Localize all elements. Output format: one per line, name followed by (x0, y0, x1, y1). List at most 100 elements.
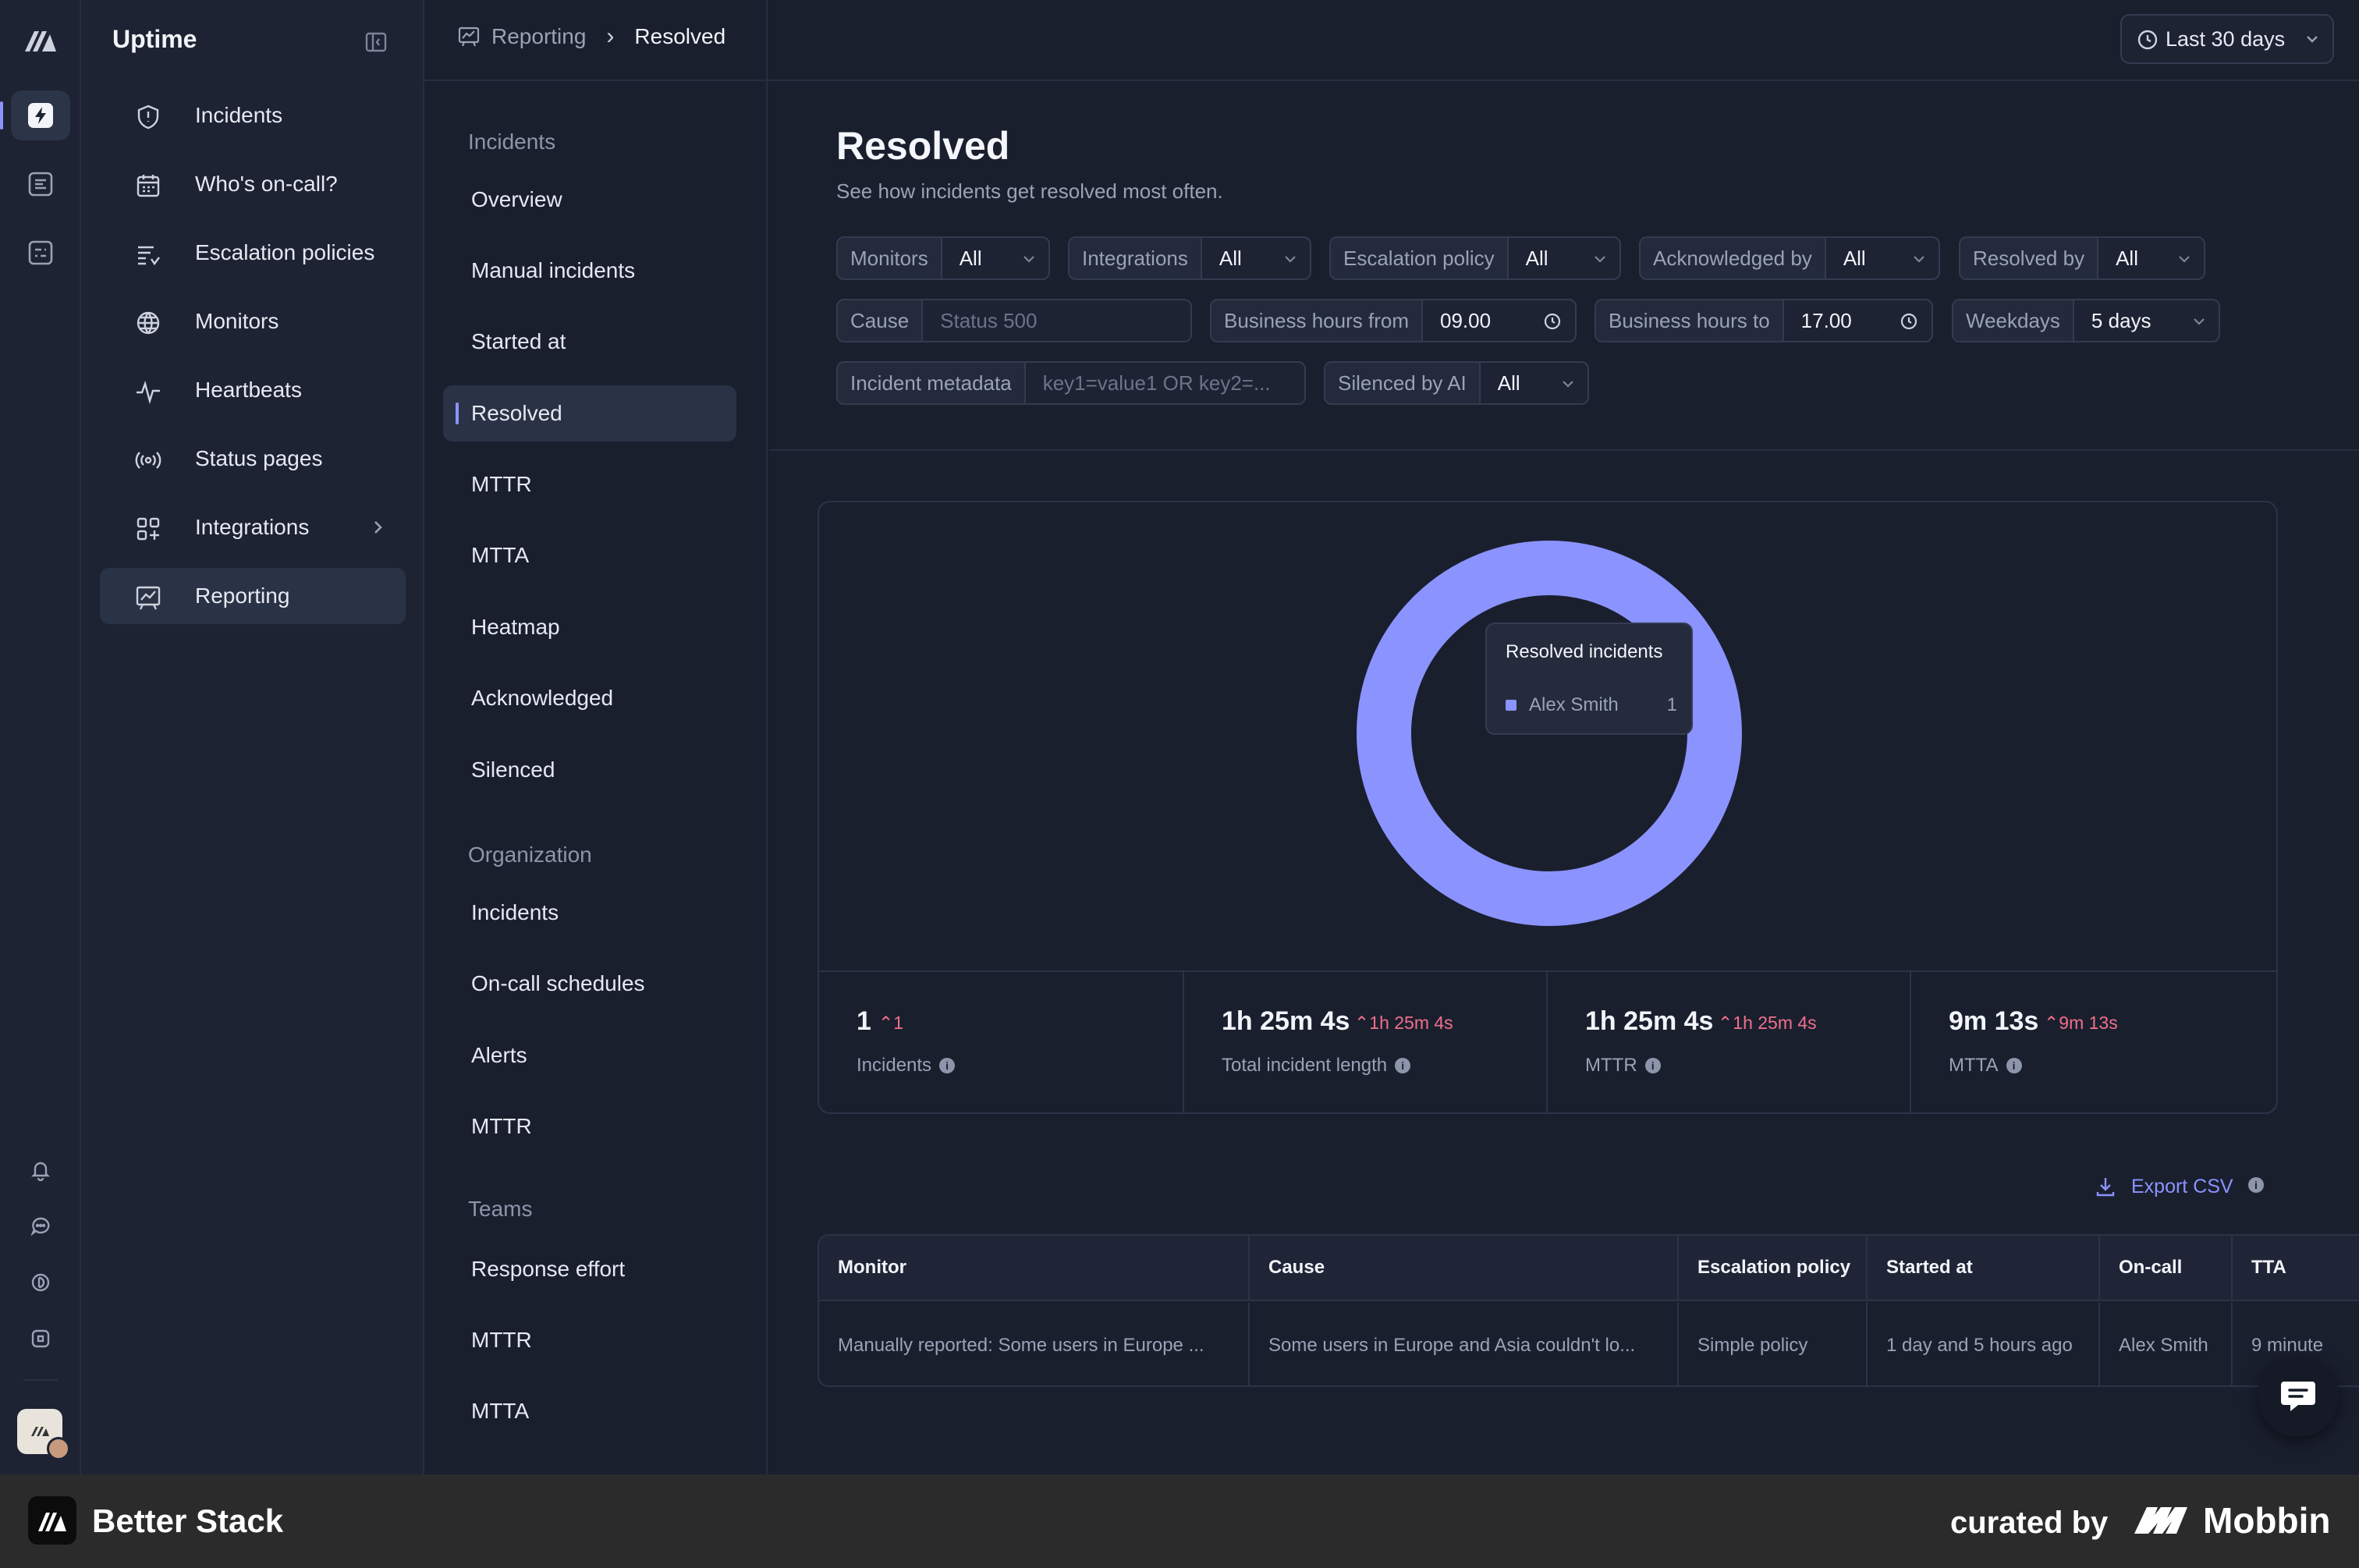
filter-label: Escalation policy (1331, 238, 1509, 278)
nav-item-heartbeats[interactable]: Heartbeats (100, 362, 406, 418)
cell-cause: Some users in Europe and Asia couldn't l… (1250, 1303, 1679, 1385)
date-range-picker[interactable]: Last 30 days (2120, 14, 2334, 64)
subnav-item-resolved[interactable]: Resolved (443, 385, 736, 442)
subnav-item-overview[interactable]: Overview (443, 172, 736, 228)
metadata-input[interactable]: key1=value1 OR key2=... (1026, 363, 1304, 403)
subnav-item-silenced[interactable]: Silenced (443, 742, 736, 798)
table-row[interactable]: Manually reported: Some users in Europe … (819, 1303, 2359, 1385)
info-icon[interactable]: i (1644, 1058, 1661, 1073)
filter-cause[interactable]: Cause Status 500 (836, 299, 1192, 342)
filter-silenced-by-ai[interactable]: Silenced by AI All (1324, 361, 1589, 405)
stat-label: Incidents i (857, 1055, 956, 1077)
nav-item-monitors[interactable]: Monitors (100, 293, 406, 349)
column-header-cause[interactable]: Cause (1250, 1236, 1679, 1300)
rail-billing-button[interactable] (25, 1267, 56, 1298)
pulse-icon (137, 381, 160, 405)
filter-value: All (1826, 238, 1939, 278)
filter-weekdays[interactable]: Weekdays 5 days (1952, 299, 2220, 342)
filter-business-hours-to[interactable]: Business hours to 17.00 (1595, 299, 1933, 342)
header-divider (424, 80, 2359, 81)
rail-chat-button[interactable] (25, 1211, 56, 1242)
rail-divider (23, 1379, 58, 1381)
filter-value: All (1481, 363, 1587, 403)
export-csv-button[interactable]: Export CSV (2094, 1175, 2233, 1198)
nav-item-escalation-policies[interactable]: Escalation policies (100, 225, 406, 281)
filter-business-hours-from[interactable]: Business hours from 09.00 (1210, 299, 1577, 342)
bolt-icon (28, 103, 53, 128)
column-header-on-call[interactable]: On-call (2100, 1236, 2233, 1300)
footer-bar: Better Stack curated by Mobbin (0, 1474, 2359, 1568)
user-avatar[interactable] (47, 1437, 70, 1460)
filter-value: All (1202, 238, 1310, 278)
subnav-item-started-at[interactable]: Started at (443, 314, 736, 370)
grid-plus-icon (137, 517, 160, 541)
time-input[interactable]: 17.00 (1784, 300, 1932, 341)
subnav-heading-incidents: Incidents (468, 129, 556, 154)
breadcrumb-reporting-link[interactable]: Reporting (491, 24, 586, 49)
subnav-item-org-incidents[interactable]: Incidents (443, 885, 736, 941)
info-icon[interactable]: i (2248, 1177, 2264, 1193)
filter-acknowledged-by[interactable]: Acknowledged by All (1639, 236, 1940, 280)
filter-monitors[interactable]: Monitors All (836, 236, 1050, 280)
subnav-item-on-call-schedules[interactable]: On-call schedules (443, 956, 736, 1012)
cell-escalation-policy: Simple policy (1679, 1303, 1868, 1385)
stat-delta: ⌃9m 13s (2044, 1013, 2118, 1033)
support-chat-button[interactable] (2258, 1356, 2339, 1437)
footer-curated-label: curated by (1950, 1506, 2109, 1540)
nav-item-reporting[interactable]: Reporting (100, 568, 406, 624)
breadcrumb: Reporting › Resolved (457, 23, 725, 50)
subnav-item-manual-incidents[interactable]: Manual incidents (443, 243, 736, 299)
column-header-escalation-policy[interactable]: Escalation policy (1679, 1236, 1868, 1300)
resolved-chart-card: Resolved incidents Alex Smith 1 1 ⌃1 Inc… (818, 501, 2278, 1114)
filter-label: Incident metadata (838, 363, 1026, 403)
chart-board-icon (458, 27, 480, 47)
stat-label: Total incident length i (1222, 1055, 1411, 1077)
filter-value: 5 days (2074, 300, 2219, 341)
nav-item-integrations[interactable]: Integrations (100, 499, 406, 555)
nav-item-label: Integrations (195, 515, 310, 539)
column-header-tta[interactable]: TTA (2233, 1236, 2359, 1300)
chart-board-icon (136, 586, 161, 610)
info-icon[interactable]: i (1395, 1058, 1411, 1073)
column-header-started-at[interactable]: Started at (1868, 1236, 2100, 1300)
rail-logs-button[interactable] (11, 159, 70, 209)
cause-input[interactable]: Status 500 (923, 300, 1190, 341)
rail-notifications-button[interactable] (25, 1155, 56, 1186)
filter-integrations[interactable]: Integrations All (1068, 236, 1311, 280)
subnav-item-acknowledged[interactable]: Acknowledged (443, 670, 736, 726)
chevron-right-icon (374, 521, 382, 534)
filter-escalation-policy[interactable]: Escalation policy All (1329, 236, 1621, 280)
subnav-item-heatmap[interactable]: Heatmap (443, 599, 736, 655)
collapse-sidebar-icon[interactable] (364, 30, 388, 55)
column-header-monitor[interactable]: Monitor (819, 1236, 1250, 1300)
filter-label: Acknowledged by (1641, 238, 1826, 278)
stat-mtta: 9m 13s ⌃9m 13s MTTA i (1910, 972, 2276, 1114)
subnav-item-org-mttr[interactable]: MTTR (443, 1098, 736, 1155)
subnav-item-teams-mttr[interactable]: MTTR (443, 1312, 736, 1368)
nav-item-on-call[interactable]: Who's on-call? (100, 156, 406, 212)
better-stack-logo-icon[interactable] (23, 25, 58, 53)
subnav-item-teams-mtta[interactable]: MTTA (443, 1383, 736, 1439)
page-title: Resolved (836, 124, 1010, 168)
subnav-item-mtta[interactable]: MTTA (443, 527, 736, 584)
tooltip-row: Alex Smith 1 (1506, 694, 1677, 716)
rail-command-button[interactable] (25, 1323, 56, 1354)
filter-incident-metadata[interactable]: Incident metadata key1=value1 OR key2=..… (836, 361, 1306, 405)
nav-item-incidents[interactable]: Incidents (100, 87, 406, 144)
subnav-item-response-effort[interactable]: Response effort (443, 1241, 736, 1297)
rail-dashboards-button[interactable] (11, 228, 70, 278)
clock-icon (2137, 30, 2158, 50)
download-icon (2096, 1178, 2115, 1197)
info-icon[interactable]: i (939, 1058, 956, 1073)
filter-resolved-by[interactable]: Resolved by All (1959, 236, 2205, 280)
legend-swatch (1506, 700, 1516, 711)
subnav-item-mttr[interactable]: MTTR (443, 456, 736, 513)
filter-label: Silenced by AI (1325, 363, 1481, 403)
subnav-heading-organization: Organization (468, 843, 592, 867)
nav-item-status-pages[interactable]: Status pages (100, 431, 406, 487)
info-icon[interactable]: i (2006, 1058, 2022, 1073)
rail-uptime-button[interactable] (0, 90, 70, 140)
time-input[interactable]: 09.00 (1423, 300, 1575, 341)
subnav-item-alerts[interactable]: Alerts (443, 1027, 736, 1084)
incidents-table: Monitor Cause Escalation policy Started … (818, 1234, 2359, 1387)
